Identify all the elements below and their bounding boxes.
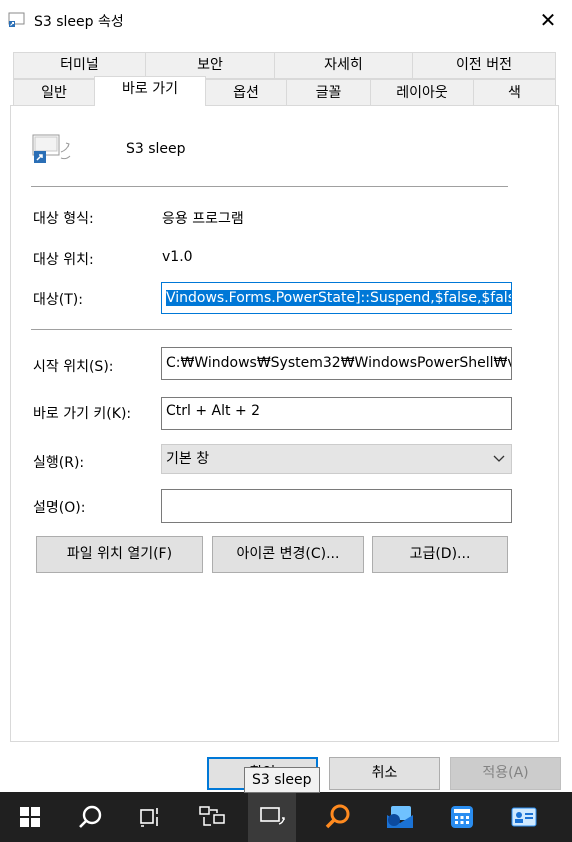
hotkey-value: Ctrl + Alt + 2 (166, 403, 261, 419)
open-file-location-button[interactable]: 파일 위치 열기(F) (36, 536, 203, 573)
shortcut-tab-panel: S3 sleep 대상 형식: 응용 프로그램 대상 위치: v1.0 대상(T… (10, 105, 559, 742)
search-button[interactable] (66, 792, 114, 842)
taskbar-contact-card[interactable] (500, 792, 548, 842)
target-field[interactable]: Vindows.Forms.PowerState]::Suspend,$fals… (161, 282, 512, 314)
divider (31, 186, 508, 187)
tab-shortcut[interactable]: 바로 가기 (94, 76, 206, 106)
mail-app-icon (387, 806, 413, 828)
close-icon: ✕ (539, 8, 557, 32)
start-in-field[interactable]: C:₩Windows₩System32₩WindowsPowerShell₩v1… (161, 347, 512, 380)
apply-button[interactable]: 적용(A) (450, 757, 561, 790)
taskbar-tooltip: S3 sleep (244, 767, 320, 793)
target-type-label: 대상 형식: (33, 211, 94, 227)
window-title: S3 sleep 속성 (34, 14, 124, 30)
tab-previous-versions[interactable]: 이전 버전 (412, 52, 556, 79)
shortcut-app-icon (8, 12, 25, 27)
tab-general[interactable]: 일반 (13, 79, 95, 106)
shortcut-name: S3 sleep (126, 141, 186, 157)
close-button[interactable]: ✕ (528, 4, 568, 36)
search-tool-icon (325, 804, 350, 829)
shortcut-large-icon (32, 134, 71, 163)
task-view-icon (140, 808, 158, 827)
start-in-value: C:₩Windows₩System32₩WindowsPowerShell₩v1… (166, 355, 512, 371)
target-type-value: 응용 프로그램 (162, 211, 244, 227)
divider (31, 329, 512, 330)
taskbar-calculator[interactable] (438, 792, 486, 842)
tab-label: 터미널 (60, 57, 99, 73)
task-view-button[interactable] (126, 792, 174, 842)
tab-label: 색 (508, 85, 521, 101)
tab-font[interactable]: 글꼴 (286, 79, 371, 106)
tab-details[interactable]: 자세히 (274, 52, 413, 79)
tab-label: 이전 버전 (456, 57, 512, 73)
target-value: Vindows.Forms.PowerState]::Suspend,$fals… (166, 290, 511, 306)
calculator-icon (451, 806, 473, 828)
hotkey-label: 바로 가기 키(K): (33, 406, 132, 422)
snap-layout-button[interactable] (188, 792, 236, 842)
taskbar-mail-app[interactable] (376, 792, 424, 842)
taskbar (0, 792, 572, 842)
start-button[interactable] (6, 792, 54, 842)
search-icon (79, 805, 102, 828)
change-icon-button[interactable]: 아이콘 변경(C)... (212, 536, 364, 573)
title-bar: S3 sleep 속성 ✕ (0, 0, 572, 40)
snap-layout-icon (199, 806, 225, 826)
tab-label: 보안 (197, 57, 223, 73)
target-label: 대상(T): (33, 292, 83, 308)
hotkey-field[interactable]: Ctrl + Alt + 2 (161, 397, 512, 430)
contact-card-icon (511, 807, 537, 827)
tab-label: 자세히 (324, 57, 363, 73)
taskbar-s3-sleep[interactable] (248, 792, 296, 842)
target-location-value: v1.0 (162, 249, 193, 265)
comment-label: 설명(O): (33, 500, 86, 516)
run-label: 실행(R): (33, 455, 85, 471)
s3-sleep-app-icon (260, 807, 285, 825)
tab-label: 옵션 (233, 85, 259, 101)
comment-field[interactable] (161, 489, 512, 523)
tab-options[interactable]: 옵션 (205, 79, 287, 106)
run-value: 기본 창 (166, 451, 210, 467)
tab-terminal[interactable]: 터미널 (13, 52, 146, 79)
tab-label: 일반 (41, 85, 67, 101)
start-in-label: 시작 위치(S): (33, 359, 114, 375)
run-select[interactable]: 기본 창 (161, 444, 512, 474)
tab-label: 글꼴 (315, 85, 342, 101)
windows-start-icon (20, 807, 40, 827)
tab-colors[interactable]: 색 (473, 79, 556, 106)
cancel-button[interactable]: 취소 (329, 757, 440, 790)
advanced-button[interactable]: 고급(D)... (372, 536, 508, 573)
chevron-down-icon (493, 455, 505, 462)
properties-window: S3 sleep 속성 ✕ 터미널 보안 자세히 이전 버전 일반 바로 가기 … (0, 0, 572, 792)
tab-label: 레이아웃 (396, 85, 448, 101)
tab-layout[interactable]: 레이아웃 (370, 79, 474, 106)
tab-label: 바로 가기 (122, 81, 178, 97)
target-location-label: 대상 위치: (33, 252, 94, 268)
taskbar-search-tool[interactable] (314, 792, 362, 842)
tab-security[interactable]: 보안 (145, 52, 275, 79)
